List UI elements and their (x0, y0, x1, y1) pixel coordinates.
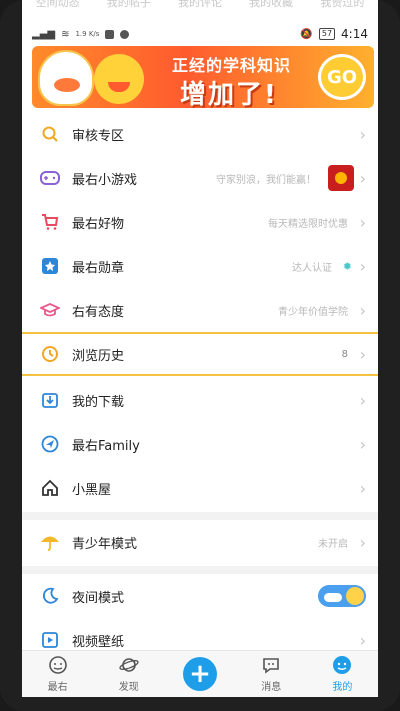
menu-item-youth[interactable]: 青少年模式 未开启 › (22, 520, 378, 564)
menu-item-night[interactable]: 夜间模式 (22, 574, 378, 618)
graduation-cap-icon (40, 300, 60, 320)
chevron-right-icon: › (359, 478, 366, 498)
game-thumbnail (328, 165, 354, 191)
certification-badge-icon: ✹ (342, 259, 352, 273)
add-post-button[interactable]: + (183, 657, 217, 691)
promo-banner[interactable]: 正经的学科知识 增加了! GO (32, 46, 374, 108)
menu-item-goods[interactable]: 最右好物 每天精选限时优惠 › (22, 200, 378, 244)
menu-item-label: 夜间模式 (72, 590, 125, 606)
mascot-image (94, 54, 144, 104)
night-mode-toggle[interactable] (318, 585, 366, 607)
tab-label: 最右 (47, 682, 68, 693)
menu-item-label: 最右勋章 (72, 260, 125, 276)
menu-item-label: 最右小游戏 (72, 172, 138, 188)
chevron-right-icon: › (359, 300, 366, 320)
gamepad-icon (40, 168, 60, 188)
face-icon (48, 655, 68, 675)
download-icon (40, 390, 60, 410)
banner-title: 正经的学科知识 (172, 56, 292, 75)
status-bar: ▂▄▆ ≋ 1.9 K/s 🔕 57 4:14 (22, 24, 378, 44)
umbrella-icon (40, 532, 60, 552)
chevron-right-icon: › (359, 124, 366, 144)
menu-item-games[interactable]: 最右小游戏 守家别浪，我们能赢！ › (22, 156, 378, 200)
profile-tab[interactable]: 我的评论 (178, 0, 222, 10)
planet-icon (119, 655, 139, 675)
banner-subtitle: 增加了! (180, 80, 278, 108)
faded-profile-tabs: 空间动态 我的帖子 我的评论 我的收藏 我赞过的 (22, 0, 378, 26)
menu-item-subtitle: 青少年价值学院 (278, 306, 348, 318)
play-icon (40, 630, 60, 650)
signal-icon: ▂▄▆ (32, 28, 56, 40)
section-divider (22, 512, 378, 520)
app-notification-icon (105, 29, 115, 39)
history-count: 8 (341, 348, 348, 360)
profile-tab[interactable]: 我的帖子 (107, 0, 151, 10)
menu-item-label: 青少年模式 (72, 536, 138, 552)
chevron-right-icon: › (359, 434, 366, 454)
menu-item-label: 视频壁纸 (72, 634, 125, 650)
chevron-right-icon: › (359, 532, 366, 552)
chevron-right-icon: › (359, 168, 366, 188)
section-divider (22, 566, 378, 574)
menu-item-label: 小黑屋 (72, 482, 112, 498)
medal-icon (40, 256, 60, 276)
menu-item-subtitle: 未开启 (318, 538, 348, 550)
menu-item-subtitle: 达人认证 (292, 262, 332, 274)
menu-item-family[interactable]: 最右Family › (22, 422, 378, 466)
moon-icon (40, 586, 60, 606)
phone-frame: 空间动态 我的帖子 我的评论 我的收藏 我赞过的 ▂▄▆ ≋ 1.9 K/s 🔕… (0, 0, 400, 711)
menu-item-label: 最右Family (72, 438, 140, 454)
tab-label: 发现 (118, 682, 139, 693)
banner-go-button[interactable]: GO (318, 54, 366, 100)
chevron-right-icon: › (359, 344, 366, 364)
menu-item-medals[interactable]: 最右勋章 达人认证 ✹ › (22, 244, 378, 288)
menu-item-attitude[interactable]: 右有态度 青少年价值学院 › (22, 288, 378, 332)
tab-home[interactable]: 最右 (22, 651, 93, 697)
network-speed: 1.9 K/s (75, 29, 100, 38)
profile-tab[interactable]: 空间动态 (36, 0, 80, 10)
chevron-right-icon: › (359, 390, 366, 410)
menu-item-review[interactable]: 审核专区 › (22, 112, 378, 156)
wifi-icon: ≋ (61, 28, 70, 40)
chevron-right-icon: › (359, 212, 366, 232)
tab-messages[interactable]: 消息 (236, 651, 307, 697)
menu-item-label: 右有态度 (72, 304, 125, 320)
menu-item-subtitle: 每天精选限时优惠 (268, 218, 348, 230)
sun-icon (346, 587, 364, 605)
tab-mine[interactable]: 我的 (307, 651, 378, 697)
profile-face-icon (332, 655, 352, 675)
screen: 空间动态 我的帖子 我的评论 我的收藏 我赞过的 ▂▄▆ ≋ 1.9 K/s 🔕… (22, 0, 378, 697)
menu-item-blacklist[interactable]: 小黑屋 › (22, 466, 378, 510)
menu-item-label: 浏览历史 (72, 348, 125, 364)
message-icon (261, 655, 281, 675)
chevron-right-icon: › (359, 256, 366, 276)
profile-tab[interactable]: 我赞过的 (320, 0, 364, 10)
house-icon (40, 478, 60, 498)
mute-icon: 🔕 (300, 28, 313, 40)
chevron-right-icon: › (359, 630, 366, 650)
tab-label: 我的 (332, 682, 353, 693)
status-time: 4:14 (341, 27, 368, 41)
tab-add[interactable]: + (164, 651, 235, 697)
cloud-icon (324, 593, 342, 602)
menu-item-downloads[interactable]: 我的下载 › (22, 378, 378, 422)
tab-discover[interactable]: 发现 (93, 651, 164, 697)
menu-item-subtitle: 守家别浪，我们能赢！ (216, 174, 316, 186)
battery-icon: 57 (318, 28, 336, 40)
tab-label: 消息 (261, 682, 282, 693)
menu-item-label: 审核专区 (72, 128, 125, 144)
mascot-image (38, 50, 94, 106)
paper-plane-icon (40, 434, 60, 454)
search-icon (40, 124, 60, 144)
cart-icon (40, 212, 60, 232)
menu-item-history[interactable]: 浏览历史 8 › (22, 332, 378, 376)
bottom-tab-bar: 最右 发现 + 消息 我的 (22, 650, 378, 697)
menu-item-label: 最右好物 (72, 216, 125, 232)
menu-item-label: 我的下载 (72, 394, 125, 410)
qq-icon (120, 29, 130, 39)
profile-tab[interactable]: 我的收藏 (249, 0, 293, 10)
clock-icon (40, 344, 60, 364)
